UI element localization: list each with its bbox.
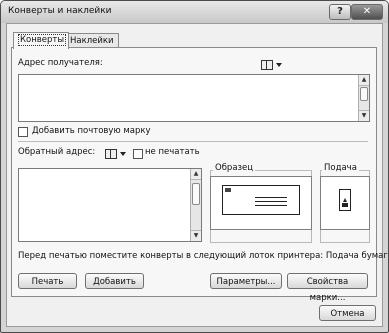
- help-button[interactable]: ?: [329, 4, 351, 20]
- envelope-address-line: [255, 197, 287, 198]
- add-postage-label: Добавить почтовую марку: [32, 126, 151, 136]
- options-button[interactable]: Параметры...: [210, 273, 282, 289]
- omit-return-label: не печатать: [145, 147, 200, 157]
- return-scroll-down-icon[interactable]: ▼: [191, 230, 201, 241]
- cancel-button[interactable]: Отмена: [319, 305, 376, 321]
- return-scroll-up-icon[interactable]: ▲: [191, 169, 201, 180]
- omit-return-checkbox[interactable]: [133, 149, 143, 159]
- close-button[interactable]: ✕: [351, 4, 383, 20]
- window-title: Конверты и наклейки: [8, 6, 112, 16]
- tab-labels-label: Наклейки: [70, 36, 114, 46]
- return-scrollbar[interactable]: ▲ ▼: [190, 169, 201, 241]
- add-to-document-button[interactable]: Добавить: [85, 273, 144, 289]
- envelope-preview[interactable]: [210, 176, 312, 230]
- recipient-scrollbar[interactable]: ▲ ▼: [358, 75, 369, 121]
- feed-arrow-icon: [343, 198, 347, 202]
- scroll-up-icon[interactable]: ▲: [359, 75, 369, 86]
- return-chevron-down-icon[interactable]: [120, 152, 126, 156]
- preview-title: Образец: [213, 163, 256, 173]
- tab-labels[interactable]: Наклейки: [65, 33, 119, 48]
- add-postage-checkbox[interactable]: [18, 127, 28, 137]
- recipient-address-field[interactable]: ▲ ▼: [18, 74, 370, 122]
- address-book-icon[interactable]: [261, 60, 273, 70]
- print-button[interactable]: Печать: [18, 273, 77, 289]
- scroll-down-icon[interactable]: ▼: [359, 110, 369, 121]
- feed-preview[interactable]: [320, 176, 370, 230]
- envelope-icon: [222, 185, 300, 215]
- feed-notice: Перед печатью поместите конверты в следу…: [18, 251, 389, 261]
- envelopes-panel: Адрес получателя: ▲ ▼ Добавить почтовую …: [11, 47, 388, 303]
- separator: [18, 141, 368, 142]
- postage-properties-button[interactable]: Свойства марки...: [287, 273, 368, 303]
- return-address-field[interactable]: ▲ ▼: [18, 168, 202, 242]
- scroll-thumb[interactable]: [360, 87, 368, 101]
- return-address-label: Обратный адрес:: [18, 147, 96, 157]
- return-scroll-thumb[interactable]: [192, 183, 200, 205]
- tab-envelopes[interactable]: Конверты: [13, 32, 69, 49]
- chevron-down-icon[interactable]: [276, 63, 282, 67]
- tab-envelopes-label: Конверты: [18, 34, 67, 46]
- envelopes-dialog: Конверты и наклейки ? ✕ Конверты Наклейк…: [0, 0, 389, 333]
- return-address-book-icon[interactable]: [105, 149, 117, 159]
- envelope-address-line: [255, 201, 287, 202]
- title-bar[interactable]: Конверты и наклейки ? ✕: [1, 1, 388, 23]
- feed-tray-icon: [342, 203, 348, 207]
- feed-envelope-icon: [339, 189, 351, 211]
- envelope-return-mark: [225, 188, 231, 192]
- envelope-address-line: [255, 205, 287, 206]
- feed-title: Подача: [322, 163, 359, 173]
- recipient-label: Адрес получателя:: [18, 58, 103, 68]
